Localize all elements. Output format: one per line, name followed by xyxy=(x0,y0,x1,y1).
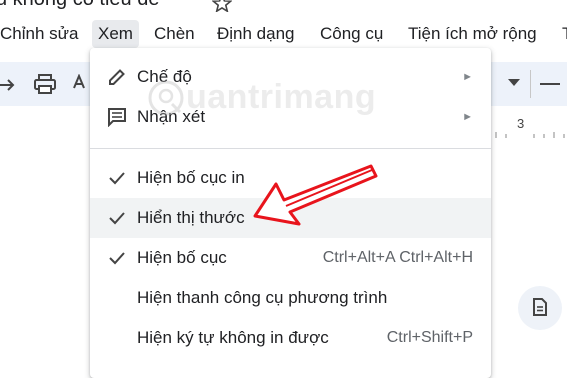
menu-extensions[interactable]: Tiện ích mở rộng xyxy=(402,20,543,48)
menu-help[interactable]: T xyxy=(556,20,567,48)
menu-item-print-layout[interactable]: Hiện bố cục in xyxy=(90,158,491,198)
check-icon xyxy=(109,252,125,265)
toolbar-divider xyxy=(530,70,531,98)
menu-tools[interactable]: Công cụ xyxy=(314,20,389,48)
menu-item-label: Hiện bố cục in xyxy=(137,168,245,187)
submenu-arrow-icon: ► xyxy=(462,111,473,123)
menu-insert[interactable]: Chèn xyxy=(148,20,201,48)
dropdown-arrow-icon[interactable] xyxy=(508,79,520,87)
menu-view[interactable]: Xem xyxy=(92,20,139,48)
menu-item-nonprinting-chars[interactable]: Hiện ký tự không in được Ctrl+Shift+P xyxy=(90,318,491,358)
menu-item-label: Hiện thanh công cụ phương trình xyxy=(137,288,388,307)
redo-icon[interactable] xyxy=(0,76,16,92)
ruler[interactable]: 3 xyxy=(490,114,567,138)
menu-bar: Chỉnh sửa Xem Chèn Định dạng Công cụ Tiệ… xyxy=(0,20,567,48)
menu-divider xyxy=(90,148,491,149)
print-icon[interactable] xyxy=(34,74,56,94)
menu-item-label: Hiển thị thước xyxy=(137,208,245,227)
comment-icon xyxy=(108,108,126,127)
check-icon xyxy=(109,212,125,225)
watermark: uantrimang xyxy=(146,78,376,123)
pencil-icon xyxy=(109,69,125,85)
menu-item-shortcut: Ctrl+Shift+P xyxy=(386,329,473,346)
menu-edit[interactable]: Chỉnh sửa xyxy=(0,20,84,48)
document-outline-button[interactable] xyxy=(518,286,562,330)
menu-item-show-ruler[interactable]: Hiển thị thước xyxy=(90,198,491,238)
menu-item-shortcut: Ctrl+Alt+A Ctrl+Alt+H xyxy=(322,249,473,266)
submenu-arrow-icon: ► xyxy=(462,71,473,83)
document-title[interactable]: u không có tiêu đề xyxy=(0,0,159,11)
watermark-logo-icon xyxy=(148,80,184,116)
spellcheck-icon[interactable] xyxy=(72,74,90,94)
check-icon xyxy=(109,172,125,185)
star-icon[interactable] xyxy=(212,0,232,12)
watermark-text: uantrimang xyxy=(186,78,377,116)
menu-format[interactable]: Định dạng xyxy=(211,20,301,48)
menu-item-label: Hiện bố cục xyxy=(137,248,227,267)
menu-item-label: Hiện ký tự không in được xyxy=(137,328,329,347)
document-icon xyxy=(533,298,547,316)
menu-item-show-outline[interactable]: Hiện bố cục Ctrl+Alt+A Ctrl+Alt+H xyxy=(90,238,491,278)
minus-icon[interactable] xyxy=(540,83,560,87)
ruler-ticks xyxy=(495,132,565,138)
menu-item-equation-toolbar[interactable]: Hiện thanh công cụ phương trình xyxy=(90,278,491,318)
